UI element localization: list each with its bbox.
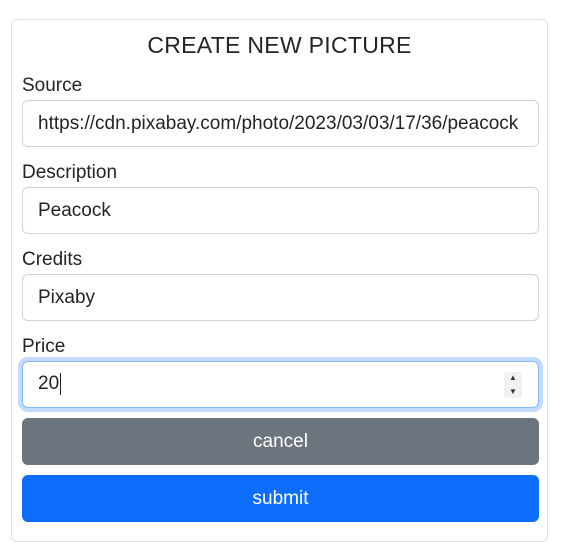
create-picture-card: CREATE NEW PICTURE Source https://cdn.pi… — [11, 19, 548, 542]
price-input[interactable]: 20 ▲ ▼ — [22, 361, 539, 408]
credits-input[interactable]: Pixaby — [22, 274, 539, 321]
description-input-value: Peacock — [38, 199, 111, 221]
price-input-value: 20 — [38, 373, 523, 396]
submit-button[interactable]: submit — [22, 475, 539, 522]
price-label: Price — [22, 336, 66, 357]
description-input[interactable]: Peacock — [22, 187, 539, 234]
credits-input-value: Pixaby — [38, 286, 96, 308]
price-value-text: 20 — [38, 373, 60, 395]
source-input[interactable]: https://cdn.pixabay.com/photo/2023/03/03… — [22, 100, 539, 147]
triangle-up-icon[interactable]: ▲ — [504, 372, 522, 384]
credits-label: Credits — [22, 249, 83, 270]
number-spinner[interactable]: ▲ ▼ — [504, 372, 522, 398]
text-caret — [60, 373, 62, 396]
page-title: CREATE NEW PICTURE — [147, 32, 412, 58]
cancel-button[interactable]: cancel — [22, 418, 539, 465]
triangle-down-icon[interactable]: ▼ — [504, 386, 522, 398]
source-input-value: https://cdn.pixabay.com/photo/2023/03/03… — [38, 112, 519, 134]
source-label: Source — [22, 75, 83, 96]
description-label: Description — [22, 162, 118, 183]
